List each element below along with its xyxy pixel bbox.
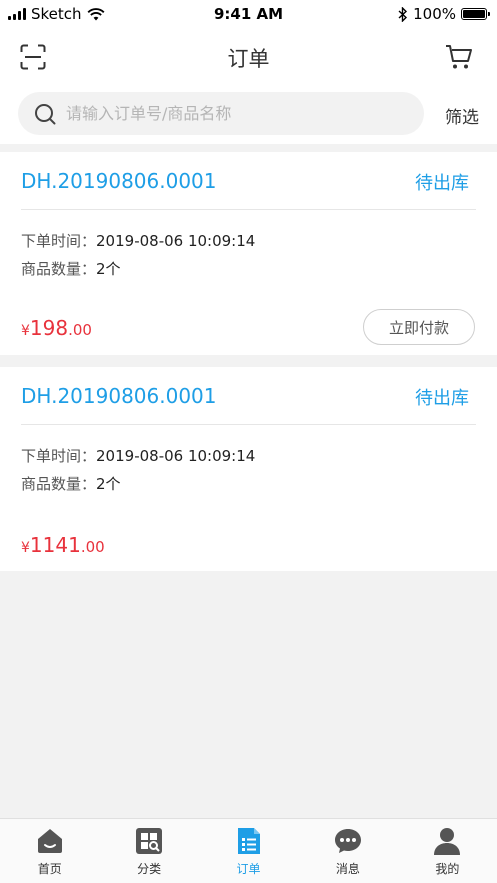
order-number: DH.20190806.0001 [21, 169, 217, 193]
order-qty-value: 2个 [96, 475, 121, 493]
cart-icon[interactable] [445, 44, 473, 70]
home-icon [37, 829, 62, 853]
pay-now-button[interactable]: 立即付款 [363, 309, 475, 345]
nav-bar: 订单 [0, 30, 497, 84]
battery-icon [461, 8, 490, 20]
page-title: 订单 [227, 47, 270, 71]
price-decimal: .00 [68, 321, 92, 339]
card-divider [21, 209, 476, 210]
order-time-row: 下单时间：2019-08-06 10:09:14 [21, 445, 255, 466]
status-right: 100% [398, 5, 490, 23]
order-time-value: 2019-08-06 10:09:14 [96, 232, 256, 250]
search-input[interactable] [66, 104, 366, 123]
order-time-label: 下单时间： [21, 232, 97, 250]
search-row: 筛选 [0, 84, 497, 144]
price-integer: 1141 [29, 533, 81, 557]
search-box[interactable] [18, 92, 424, 135]
filter-button[interactable]: 筛选 [445, 103, 479, 128]
order-time-row: 下单时间：2019-08-06 10:09:14 [21, 230, 255, 251]
order-time-value: 2019-08-06 10:09:14 [96, 447, 256, 465]
order-number: DH.20190806.0001 [21, 384, 217, 408]
bluetooth-icon [398, 6, 408, 22]
order-price: ¥198.00 [21, 316, 92, 340]
order-list-icon [237, 828, 260, 854]
tab-bar: 首页 分类 订单 消息 我的 [0, 818, 497, 883]
tab-label: 订单 [236, 862, 261, 876]
battery-percent: 100% [413, 5, 456, 23]
order-status: 待出库 [415, 173, 469, 194]
price-currency: ¥ [21, 540, 30, 556]
message-icon [334, 829, 361, 853]
price-decimal: .00 [80, 538, 105, 556]
order-qty-row: 商品数量：2个 [21, 473, 121, 494]
price-integer: 198 [29, 316, 69, 340]
tab-home[interactable]: 首页 [0, 819, 99, 883]
card-divider [21, 424, 476, 425]
tab-label: 消息 [335, 862, 360, 876]
order-price: ¥1141.00 [21, 533, 105, 557]
profile-icon [434, 828, 461, 855]
tab-label: 我的 [435, 862, 460, 876]
tab-orders[interactable]: 订单 [199, 819, 298, 883]
order-qty-label: 商品数量： [21, 475, 97, 493]
tab-profile[interactable]: 我的 [398, 819, 497, 883]
order-qty-row: 商品数量：2个 [21, 258, 121, 279]
tab-label: 首页 [37, 862, 62, 876]
order-qty-label: 商品数量： [21, 260, 97, 278]
tab-messages[interactable]: 消息 [298, 819, 397, 883]
price-currency: ¥ [21, 323, 30, 339]
search-icon [35, 103, 56, 124]
order-time-label: 下单时间： [21, 447, 97, 465]
order-card[interactable]: DH.20190806.0001 待出库 下单时间：2019-08-06 10:… [0, 152, 497, 355]
category-icon [136, 828, 163, 854]
order-status: 待出库 [415, 388, 469, 409]
tab-label: 分类 [137, 862, 162, 876]
status-bar: Sketch 9:41 AM 100% [0, 0, 497, 30]
tab-category[interactable]: 分类 [99, 819, 198, 883]
order-qty-value: 2个 [96, 260, 121, 278]
order-card[interactable]: DH.20190806.0001 待出库 下单时间：2019-08-06 10:… [0, 367, 497, 571]
